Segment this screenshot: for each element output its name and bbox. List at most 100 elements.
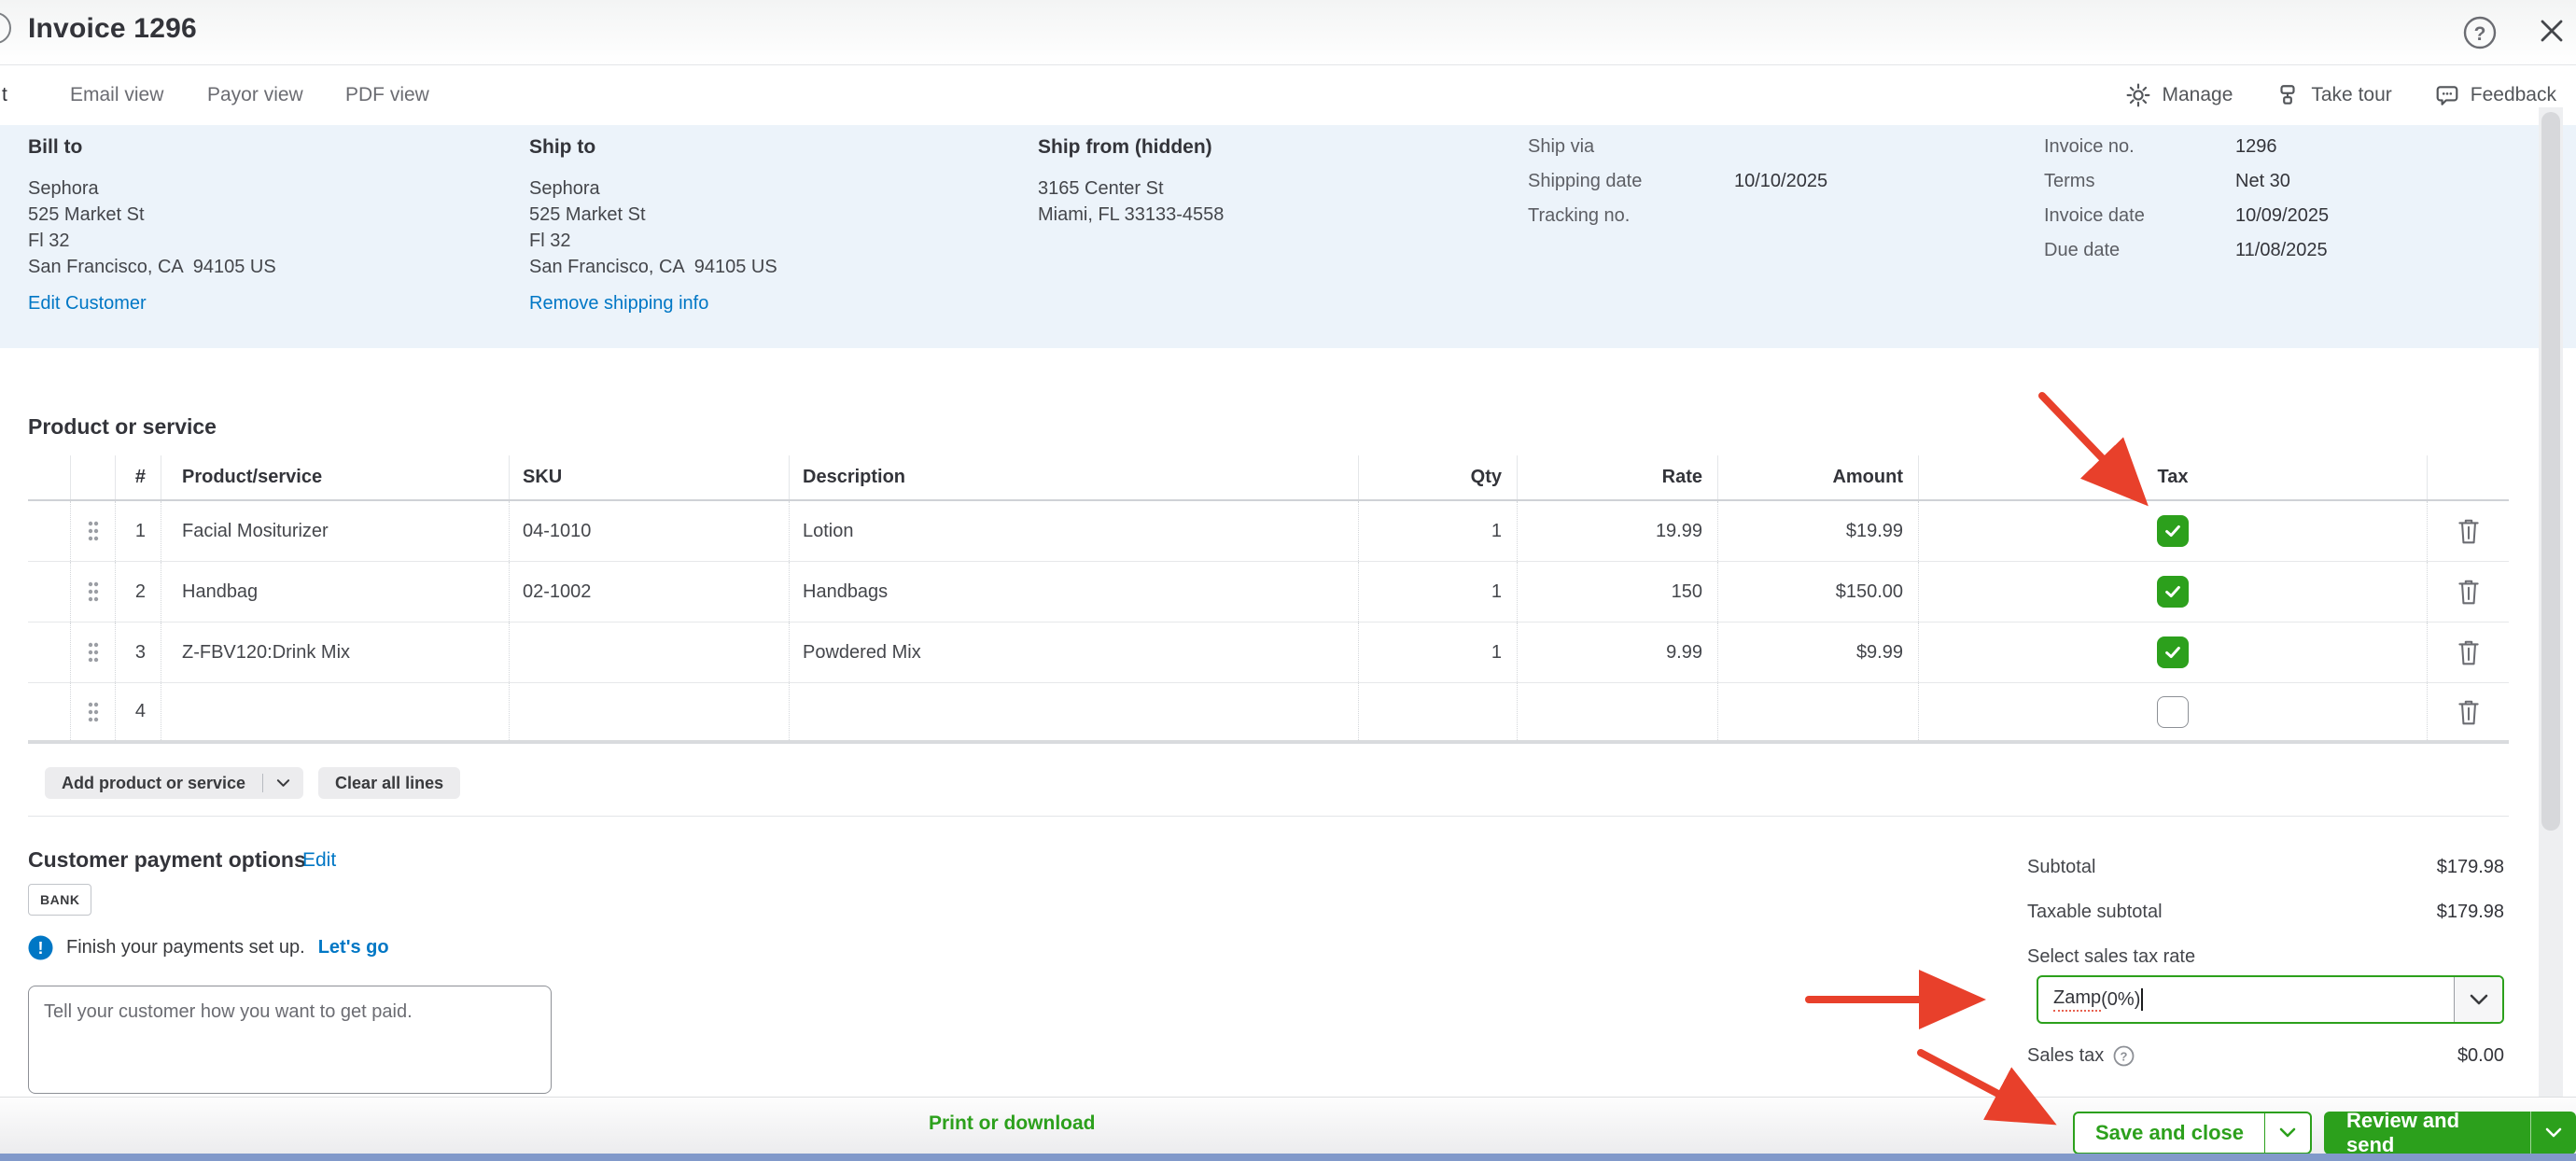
feedback-bubble-icon (2436, 86, 2458, 105)
bill-to-line: Fl 32 (28, 231, 70, 251)
sku-cell[interactable]: 02-1002 (509, 562, 789, 622)
check-icon (2165, 525, 2180, 538)
lets-go-link[interactable]: Let's go (318, 937, 389, 958)
ship-to-line: Fl 32 (529, 231, 571, 251)
drag-handle[interactable] (70, 562, 115, 622)
scrollbar-thumb[interactable] (2541, 112, 2560, 831)
trash-icon (2457, 519, 2479, 544)
description-cell[interactable] (789, 683, 1358, 740)
tax-checkbox[interactable] (2157, 636, 2189, 668)
tour-signpost-icon (2280, 85, 2295, 105)
delete-row-button[interactable] (2457, 638, 2481, 666)
tab-current-view-cut[interactable]: t (2, 65, 7, 125)
drag-handle[interactable] (70, 683, 115, 740)
drag-handle[interactable] (70, 622, 115, 682)
tab-payor-view[interactable]: Payor view (207, 65, 303, 125)
tax-checkbox[interactable] (2157, 695, 2189, 728)
qty-cell[interactable]: 1 (1358, 622, 1517, 682)
clear-all-lines-button[interactable]: Clear all lines (318, 767, 461, 799)
delete-row-button[interactable] (2457, 517, 2481, 545)
tab-email-view[interactable]: Email view (70, 65, 163, 125)
select-sales-tax-rate-label: Select sales tax rate (2027, 946, 2504, 968)
send-options-dropdown[interactable] (2530, 1112, 2576, 1154)
sku-cell[interactable] (509, 683, 789, 740)
tax-checkbox[interactable] (2157, 576, 2189, 608)
review-and-send-button[interactable]: Review and send (2324, 1112, 2576, 1154)
gear-icon (2127, 83, 2150, 107)
tab-pdf-view[interactable]: PDF view (345, 65, 429, 125)
product-cell[interactable]: Handbag (161, 562, 509, 622)
delete-row-button[interactable] (2457, 698, 2481, 726)
drag-dots-icon (88, 642, 98, 663)
add-product-dropdown[interactable] (262, 774, 303, 792)
feedback-button[interactable]: Feedback (2435, 83, 2556, 107)
tax-checkbox[interactable] (2157, 515, 2189, 547)
qty-cell[interactable]: 1 (1358, 562, 1517, 622)
ship-from-block: Ship from (hidden) 3165 Center St Miami,… (1038, 136, 1224, 228)
trash-icon (2457, 580, 2479, 605)
terms-value[interactable]: Net 30 (2235, 171, 2290, 192)
invoice-fields: Invoice no. 1296 Terms Net 30 Invoice da… (2044, 136, 2329, 274)
feedback-label: Feedback (2470, 84, 2556, 105)
payment-message-input[interactable] (28, 986, 552, 1094)
rate-cell[interactable]: 9.99 (1517, 622, 1717, 682)
col-sku: SKU (509, 455, 789, 499)
tax-rate-label-text: Select sales tax rate (2027, 946, 2196, 967)
product-cell[interactable]: Z-FBV120:Drink Mix (161, 622, 509, 682)
sku-cell[interactable] (509, 622, 789, 682)
sales-tax-help-icon[interactable]: ? (2113, 1045, 2135, 1067)
remove-shipping-info-link[interactable]: Remove shipping info (529, 293, 708, 315)
invoice-date-value[interactable]: 10/09/2025 (2235, 205, 2329, 227)
window-header: Invoice 1296 ? (0, 0, 2576, 65)
save-and-close-button[interactable]: Save and close (2073, 1112, 2312, 1154)
close-button[interactable] (2535, 15, 2569, 49)
tracking-no-label: Tracking no. (1528, 205, 1631, 226)
rate-cell[interactable] (1517, 683, 1717, 740)
line-items-table: # Product/service SKU Description Qty Ra… (28, 455, 2509, 744)
ship-to-heading: Ship to (529, 136, 596, 158)
description-cell[interactable]: Powdered Mix (789, 622, 1358, 682)
tax-rate-dropdown-button[interactable] (2454, 977, 2502, 1022)
sales-tax-label: Sales tax (2027, 1045, 2105, 1066)
row-number: 1 (115, 501, 161, 561)
row-number: 4 (115, 683, 161, 740)
print-or-download-link[interactable]: Print or download (929, 1112, 1096, 1135)
edit-customer-link[interactable]: Edit Customer (28, 293, 147, 315)
delete-row-button[interactable] (2457, 578, 2481, 606)
take-tour-button[interactable]: Take tour (2275, 83, 2392, 107)
drag-handle[interactable] (70, 501, 115, 561)
bill-to-line: Sephora (28, 178, 99, 199)
qty-cell[interactable] (1358, 683, 1517, 740)
taxable-subtotal-row: Taxable subtotal $179.98 (2027, 902, 2504, 923)
due-date-value[interactable]: 11/08/2025 (2235, 240, 2328, 261)
row-number: 3 (115, 622, 161, 682)
chevron-down-icon (276, 779, 290, 787)
invoice-no-value[interactable]: 1296 (2235, 136, 2277, 158)
help-button[interactable]: ? (2462, 15, 2498, 50)
description-cell[interactable]: Lotion (789, 501, 1358, 561)
notice-text: Finish your payments set up. (66, 937, 305, 958)
subtotal-value: $179.98 (2436, 857, 2504, 877)
scrollbar-track[interactable] (2539, 107, 2563, 1097)
bill-to-line: San Francisco, CA 94105 US (28, 257, 276, 277)
shipping-fields: Ship via Shipping date 10/10/2025 Tracki… (1528, 136, 1827, 240)
amount-cell: $150.00 (1717, 562, 1918, 622)
sku-cell[interactable]: 04-1010 (509, 501, 789, 561)
product-cell[interactable]: Facial Mositurizer (161, 501, 509, 561)
sales-tax-rate-combobox[interactable]: Zamp (0%) (2037, 975, 2504, 1024)
bill-to-block: Bill to Sephora 525 Market St Fl 32 San … (28, 136, 276, 315)
rate-cell[interactable]: 19.99 (1517, 501, 1717, 561)
qty-cell[interactable]: 1 (1358, 501, 1517, 561)
description-cell[interactable]: Handbags (789, 562, 1358, 622)
rate-cell[interactable]: 150 (1517, 562, 1717, 622)
customer-payment-options-heading: Customer payment options (28, 847, 306, 872)
payment-options-edit-link[interactable]: Edit (302, 849, 336, 872)
manage-button[interactable]: Manage (2126, 83, 2233, 107)
ship-from-line: Miami, FL 33133-4558 (1038, 204, 1225, 225)
product-cell[interactable] (161, 683, 509, 740)
save-options-dropdown[interactable] (2263, 1113, 2310, 1153)
shipping-date-value[interactable]: 10/10/2025 (1734, 171, 1827, 192)
take-tour-label: Take tour (2311, 84, 2392, 105)
add-product-or-service-button[interactable]: Add product or service (45, 767, 304, 799)
trash-icon (2457, 700, 2479, 724)
